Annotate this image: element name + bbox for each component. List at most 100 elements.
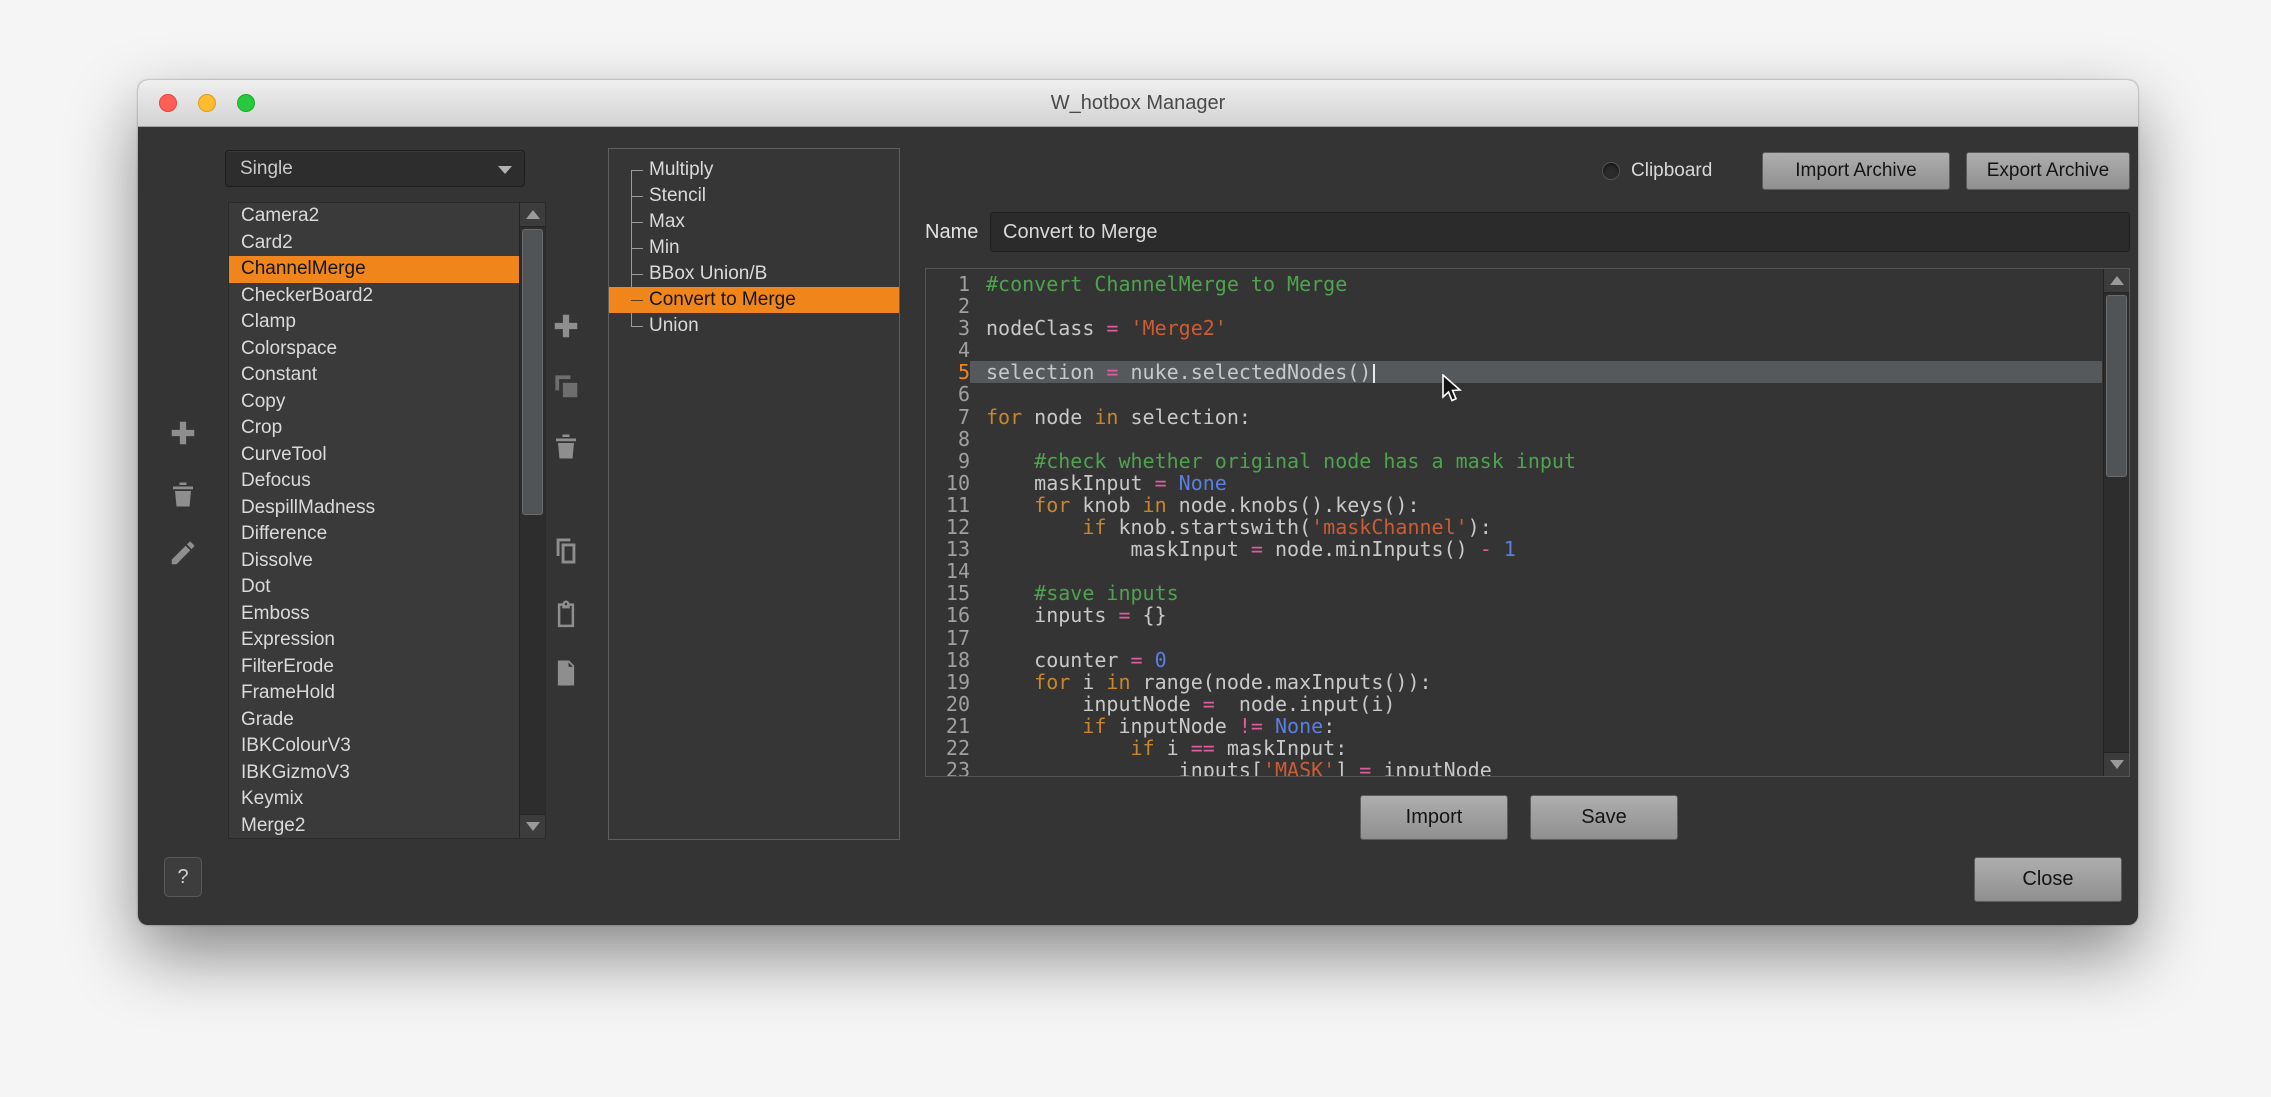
list-item[interactable]: IBKColourV3 [229, 733, 519, 760]
add-icon [171, 421, 195, 445]
list-item[interactable]: ChannelMerge [229, 256, 519, 283]
scrollbar-thumb[interactable] [522, 229, 543, 515]
tree-item[interactable]: Stencil [609, 183, 899, 209]
code-line: 12 if knob.startswith('maskChannel'): [926, 516, 2102, 538]
tree-connector [631, 248, 643, 249]
delete-button[interactable] [551, 431, 581, 461]
list-item[interactable]: CheckerBoard2 [229, 283, 519, 310]
tree-connector [631, 326, 643, 327]
add-submenu-icon [555, 375, 578, 398]
tree-connector [631, 196, 643, 197]
list-item[interactable]: FilterErode [229, 654, 519, 681]
name-input[interactable] [990, 212, 2130, 252]
list-item[interactable]: Emboss [229, 601, 519, 628]
scroll-up-button[interactable] [2104, 269, 2129, 293]
line-number: 21 [945, 713, 970, 738]
import-button[interactable]: Import [1360, 795, 1508, 840]
add-button[interactable] [168, 418, 198, 448]
line-number: 23 [945, 758, 970, 776]
line-number: 5 [957, 360, 970, 385]
add-submenu-button[interactable] [551, 371, 581, 401]
list-item[interactable]: Card2 [229, 230, 519, 257]
clipboard-label[interactable]: Clipboard [1631, 160, 1712, 182]
scrollbar-thumb[interactable] [2106, 295, 2127, 477]
list-item[interactable]: Keymix [229, 786, 519, 813]
window-titlebar[interactable]: W_hotbox Manager [138, 80, 2138, 127]
export-archive-button[interactable]: Export Archive [1966, 152, 2130, 190]
code-line: 7 for node in selection: [926, 405, 2102, 427]
text-caret [1373, 364, 1376, 384]
code-line: 2 [926, 295, 2102, 317]
line-number: 4 [957, 338, 970, 363]
add-button[interactable] [551, 311, 581, 341]
scroll-down-button[interactable] [520, 814, 545, 838]
clipboard-radio[interactable] [1602, 162, 1620, 180]
code-line: 3 nodeClass = 'Merge2' [926, 317, 2102, 339]
list-item[interactable]: IBKGizmoV3 [229, 760, 519, 787]
triangle-up-icon [2109, 276, 2124, 285]
code-line-text: maskInput = node.minInputs() - 1 [986, 537, 1516, 562]
code-line: 8 [926, 428, 2102, 450]
name-label: Name [925, 221, 979, 243]
list-item[interactable]: Camera2 [229, 203, 519, 230]
list-item[interactable]: FrameHold [229, 680, 519, 707]
scroll-up-button[interactable] [520, 203, 545, 227]
close-button[interactable]: Close [1974, 857, 2122, 902]
editor-scrollbar[interactable] [2103, 269, 2129, 776]
tree-item-label: Convert to Merge [649, 289, 796, 310]
code-line: 10 maskInput = None [926, 472, 2102, 494]
triangle-down-icon [2109, 760, 2124, 769]
import-archive-button[interactable]: Import Archive [1762, 152, 1950, 190]
line-number: 14 [945, 559, 970, 584]
list-item[interactable]: Dot [229, 574, 519, 601]
list-item[interactable]: Difference [229, 521, 519, 548]
list-item[interactable]: Dissolve [229, 548, 519, 575]
code-line: 5 selection = nuke.selectedNodes() [926, 361, 2102, 383]
tree-item[interactable]: Convert to Merge [609, 287, 899, 313]
code-line-text: if inputNode != None: [1082, 713, 1336, 738]
list-item[interactable]: Crop [229, 415, 519, 442]
edit-script-button[interactable] [551, 658, 581, 688]
left-toolbar [168, 80, 198, 925]
code-line: 17 [926, 625, 2102, 650]
node-list-scrollbar[interactable] [519, 203, 545, 838]
copy-button[interactable] [551, 536, 581, 566]
list-item[interactable]: Defocus [229, 468, 519, 495]
code-line: 9 #check whether original node has a mas… [926, 450, 2102, 472]
line-number: 16 [945, 603, 970, 628]
paste-button[interactable] [551, 599, 581, 629]
tree-item[interactable]: BBox Union/B [609, 261, 899, 287]
code-lines[interactable]: 1 #convert ChannelMerge to Merge 2 3 nodeCla… [926, 273, 2102, 776]
tree-item[interactable]: Multiply [609, 157, 899, 183]
list-item[interactable]: Merge2 [229, 813, 519, 839]
script-editor[interactable]: 1 #convert ChannelMerge to Merge 2 3 nodeCla… [925, 268, 2130, 777]
list-item[interactable]: Constant [229, 362, 519, 389]
triangle-down-icon [525, 822, 540, 831]
list-item[interactable]: DespillMadness [229, 495, 519, 522]
line-number: 10 [945, 470, 970, 495]
save-button[interactable]: Save [1530, 795, 1678, 840]
list-item[interactable]: Clamp [229, 309, 519, 336]
list-item[interactable]: Copy [229, 389, 519, 416]
code-line-text: #convert ChannelMerge to Merge [986, 273, 1348, 296]
code-line: 23 inputs['MASK'] = inputNode [926, 759, 2102, 776]
line-number: 18 [945, 647, 970, 672]
hotbox-manager-window: W_hotbox Manager Single Camera2 Card2 Chan… [138, 80, 2138, 925]
line-number: 3 [957, 316, 970, 341]
scroll-down-button[interactable] [2104, 752, 2129, 776]
delete-button[interactable] [168, 479, 198, 509]
list-item[interactable]: Expression [229, 627, 519, 654]
mode-dropdown[interactable]: Single [225, 150, 525, 187]
edit-icon [171, 541, 195, 565]
tree-item[interactable]: Union [609, 313, 899, 339]
list-item[interactable]: CurveTool [229, 442, 519, 469]
line-number: 17 [945, 625, 970, 650]
tree-item[interactable]: Max [609, 209, 899, 235]
list-item[interactable]: Grade [229, 707, 519, 734]
edit-button[interactable] [168, 538, 198, 568]
help-button[interactable]: ? [164, 857, 202, 897]
list-item[interactable]: Colorspace [229, 336, 519, 363]
tree-item[interactable]: Min [609, 235, 899, 261]
